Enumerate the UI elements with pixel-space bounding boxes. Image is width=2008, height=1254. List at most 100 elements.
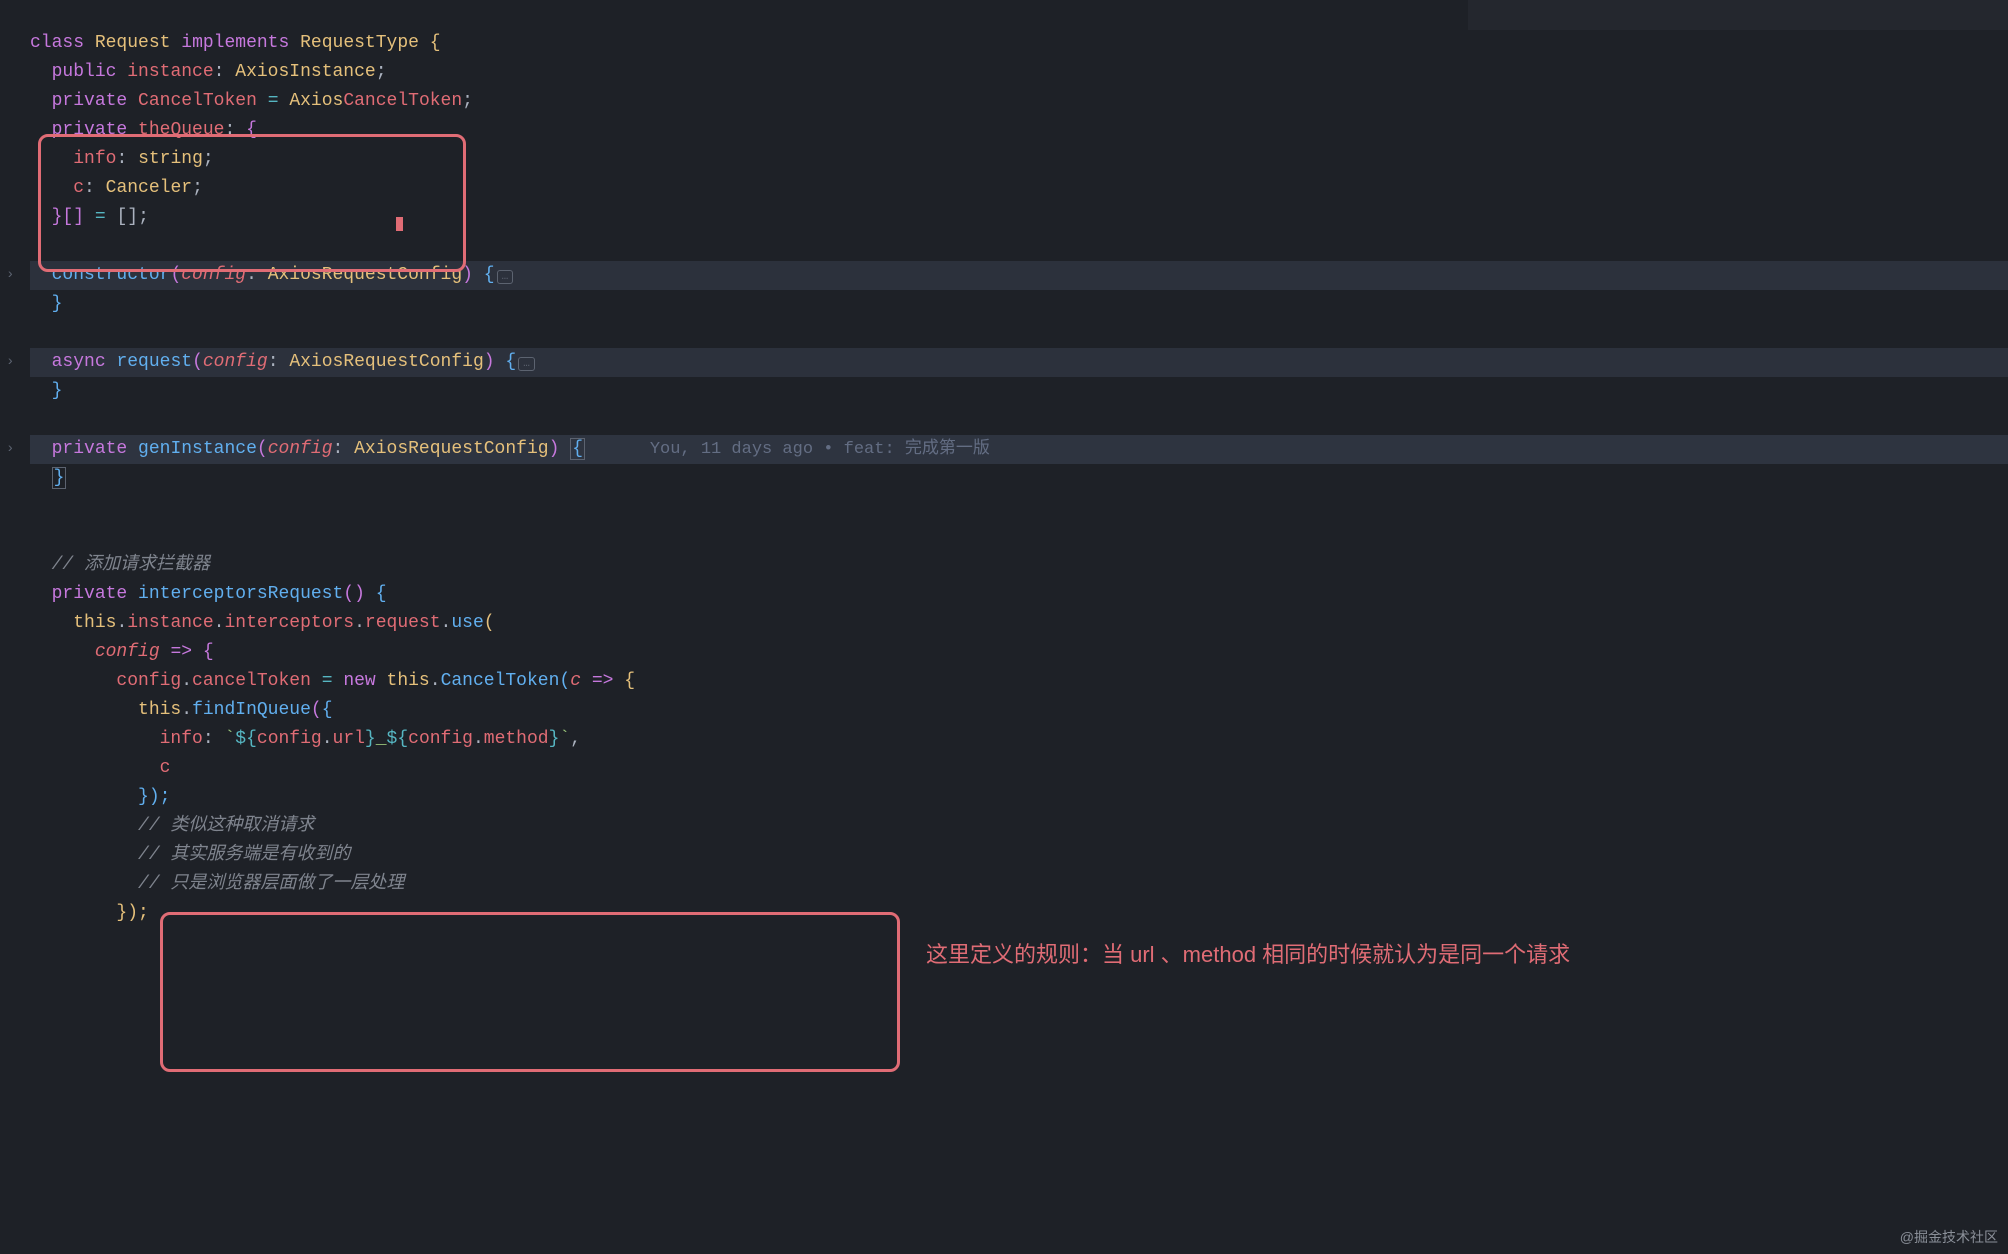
code-line[interactable]: private interceptorsRequest() {: [30, 580, 2008, 609]
property: info: [160, 729, 203, 749]
matched-brace: }: [52, 467, 67, 489]
keyword: new: [343, 671, 375, 691]
property: CancelToken: [138, 91, 257, 111]
code-line[interactable]: public instance: AxiosInstance;: [30, 58, 2008, 87]
comment: // 只是浏览器层面做了一层处理: [138, 874, 404, 894]
property: theQueue: [138, 120, 224, 140]
fold-chevron-icon[interactable]: ›: [6, 435, 14, 464]
interface-name: RequestType: [300, 33, 419, 53]
code-line[interactable]: });: [30, 899, 2008, 928]
fold-chevron-icon[interactable]: ›: [6, 348, 14, 377]
type: string: [138, 149, 203, 169]
blank-line[interactable]: [30, 406, 2008, 435]
code-line-current[interactable]: › private genInstance(config: AxiosReque…: [30, 435, 2008, 464]
code-line[interactable]: private CancelToken = AxiosCancelToken;: [30, 87, 2008, 116]
method: use: [451, 613, 483, 633]
comment: // 添加请求拦截器: [52, 555, 210, 575]
parameter: config: [95, 642, 160, 662]
method: findInQueue: [192, 700, 311, 720]
blank-line[interactable]: [30, 232, 2008, 261]
annotation-text: 这里定义的规则：当 url 、method 相同的时候就认为是同一个请求: [926, 938, 1570, 971]
property: c: [73, 178, 84, 198]
parameter: config: [268, 439, 333, 459]
close-braces: });: [138, 787, 170, 807]
brace: }: [52, 294, 63, 314]
code-editor[interactable]: class Request implements RequestType { p…: [0, 0, 2008, 928]
brace: }: [52, 381, 63, 401]
code-line[interactable]: c: Canceler;: [30, 174, 2008, 203]
type: AxiosRequestConfig: [289, 352, 483, 372]
type: AxiosRequestConfig: [354, 439, 548, 459]
gitlens-blame-annotation: You, 11 days ago • feat: 完成第一版: [650, 440, 990, 459]
code-line[interactable]: config.cancelToken = new this.CancelToke…: [30, 667, 2008, 696]
brace: {: [246, 120, 257, 140]
code-line[interactable]: }: [30, 290, 2008, 319]
modifier: private: [52, 120, 128, 140]
parameter: c: [570, 671, 581, 691]
template-literal: `: [224, 729, 235, 749]
code-line-folded[interactable]: › async request(config: AxiosRequestConf…: [30, 348, 2008, 377]
type: AxiosInstance: [235, 62, 375, 82]
blank-line[interactable]: [30, 493, 2008, 522]
function-name: genInstance: [138, 439, 257, 459]
object: config: [116, 671, 181, 691]
code-line[interactable]: class Request implements RequestType {: [30, 29, 2008, 58]
close-braces: });: [116, 903, 148, 923]
highlight-box-findinqueue: [160, 912, 900, 1072]
member: CancelToken: [343, 91, 462, 111]
class-name: Request: [95, 33, 171, 53]
code-line[interactable]: });: [30, 783, 2008, 812]
arrow: =>: [592, 671, 614, 691]
this-keyword: this: [138, 700, 181, 720]
code-line[interactable]: // 只是浏览器层面做了一层处理: [30, 870, 2008, 899]
keyword: implements: [181, 33, 289, 53]
type: Canceler: [106, 178, 192, 198]
fold-ellipsis-icon[interactable]: …: [518, 357, 535, 371]
code-line[interactable]: config => {: [30, 638, 2008, 667]
code-line[interactable]: this.findInQueue({: [30, 696, 2008, 725]
scrollbar-vertical[interactable]: [1994, 0, 2008, 1254]
arrow: =>: [170, 642, 192, 662]
blank-line[interactable]: [30, 319, 2008, 348]
brace-array: }[]: [52, 207, 84, 227]
fold-ellipsis-icon[interactable]: …: [497, 270, 514, 284]
code-line[interactable]: info: `${config.url}_${config.method}`,: [30, 725, 2008, 754]
type: AxiosRequestConfig: [268, 265, 462, 285]
modifier: private: [52, 91, 128, 111]
modifier: public: [52, 62, 117, 82]
blank-line[interactable]: [30, 522, 2008, 551]
function-name: request: [116, 352, 192, 372]
property: info: [73, 149, 116, 169]
blame-header-line: [30, 0, 2008, 29]
code-line[interactable]: this.instance.interceptors.request.use(: [30, 609, 2008, 638]
code-line[interactable]: }: [30, 377, 2008, 406]
property: instance: [127, 62, 213, 82]
fold-chevron-icon[interactable]: ›: [6, 261, 14, 290]
constructor: CancelToken: [441, 671, 560, 691]
modifier: private: [52, 584, 128, 604]
code-line[interactable]: }[] = [];: [30, 203, 2008, 232]
code-line[interactable]: c: [30, 754, 2008, 783]
modifier: private: [52, 439, 128, 459]
code-line[interactable]: }: [30, 464, 2008, 493]
property-shorthand: c: [160, 758, 171, 778]
parameter: config: [203, 352, 268, 372]
code-line[interactable]: info: string;: [30, 145, 2008, 174]
code-line-folded[interactable]: › constructor(config: AxiosRequestConfig…: [30, 261, 2008, 290]
matched-brace: {: [570, 438, 585, 460]
keyword: async: [52, 352, 106, 372]
this-keyword: this: [73, 613, 116, 633]
code-line[interactable]: // 类似这种取消请求: [30, 812, 2008, 841]
parameter: config: [181, 265, 246, 285]
code-line[interactable]: // 其实服务端是有收到的: [30, 841, 2008, 870]
object: Axios: [289, 91, 343, 111]
function-name: constructor: [52, 265, 171, 285]
comment: // 其实服务端是有收到的: [138, 845, 350, 865]
code-line[interactable]: // 添加请求拦截器: [30, 551, 2008, 580]
watermark-text: @掘金技术社区: [1900, 1226, 1998, 1248]
comment: // 类似这种取消请求: [138, 816, 314, 836]
this-keyword: this: [387, 671, 430, 691]
code-line[interactable]: private theQueue: {: [30, 116, 2008, 145]
keyword: class: [30, 33, 84, 53]
function-name: interceptorsRequest: [138, 584, 343, 604]
